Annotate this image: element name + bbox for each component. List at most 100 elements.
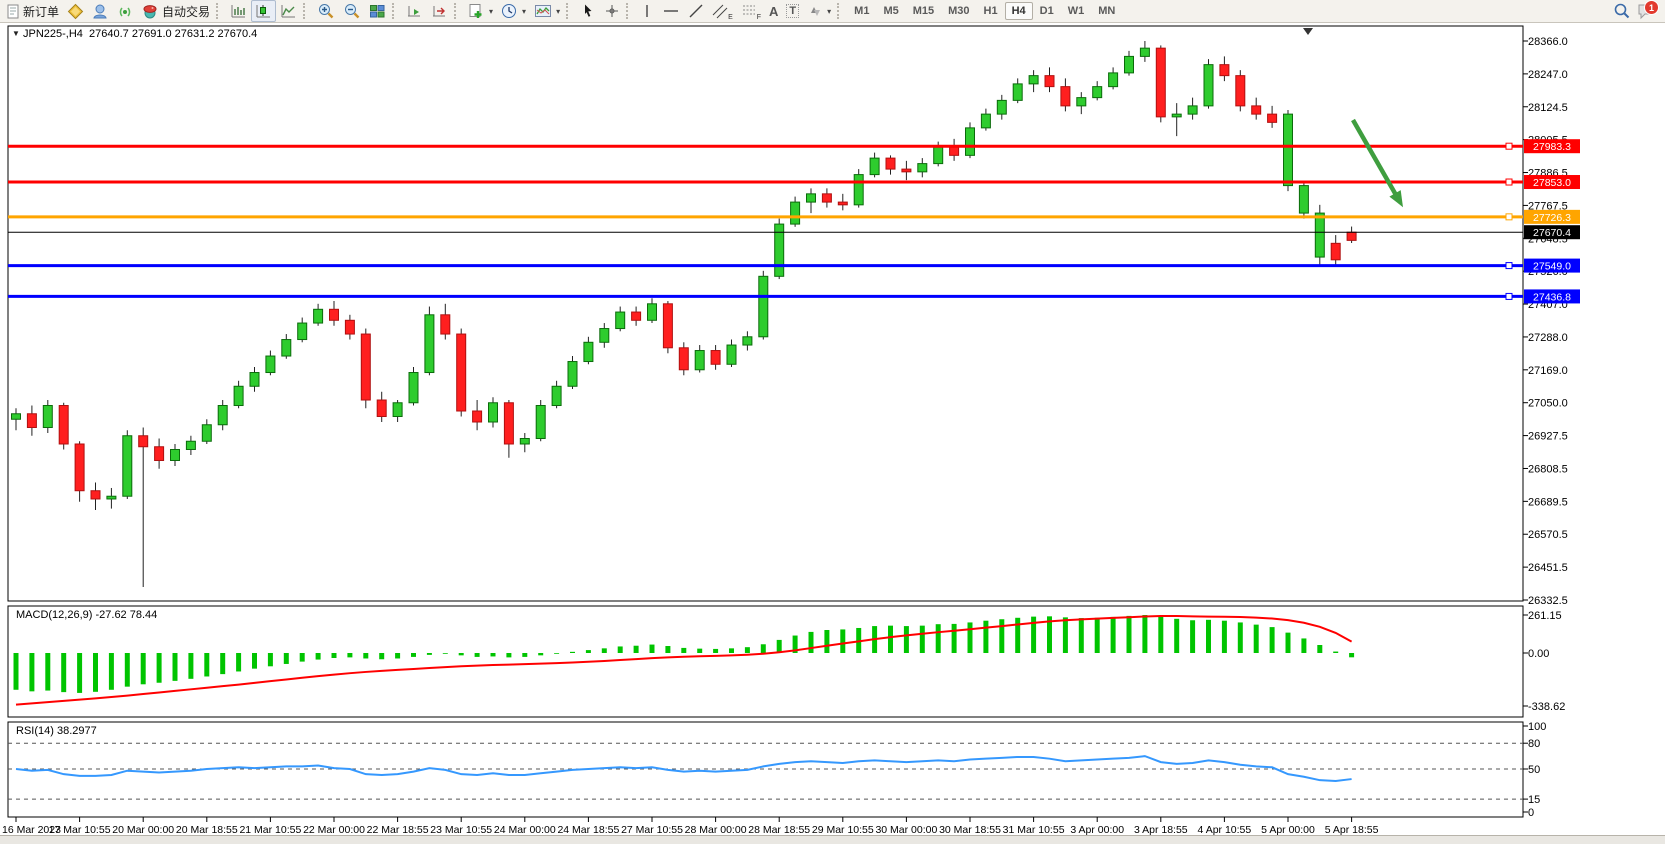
candle-body: [1204, 65, 1213, 106]
auto-trading-button[interactable]: 自动交易: [138, 0, 214, 22]
level-handle[interactable]: [1506, 263, 1512, 269]
candle-body: [1315, 213, 1324, 257]
blue-profile-icon: [92, 3, 109, 20]
market-watch-button[interactable]: [63, 0, 88, 22]
candle-body: [171, 449, 180, 460]
candle-body: [536, 406, 545, 439]
candle-body: [1045, 76, 1054, 87]
candle-body: [822, 194, 831, 202]
candle-body: [711, 351, 720, 365]
timeframe-button-m1[interactable]: M1: [847, 2, 876, 20]
toolbar-grip[interactable]: [392, 3, 398, 19]
candle-body: [1236, 76, 1245, 106]
text-a-icon: A: [769, 4, 778, 19]
candlestick-icon: [255, 3, 272, 20]
toolbar-grip[interactable]: [303, 3, 309, 19]
crosshair-tool-button[interactable]: [600, 0, 624, 22]
chart-canvas[interactable]: 28366.028247.028124.528005.527886.527767…: [0, 24, 1665, 836]
templates-button[interactable]: ▾: [530, 0, 564, 22]
price-level-label: 27983.3: [1533, 141, 1571, 153]
candle-body: [966, 128, 975, 155]
timeframe-button-d1[interactable]: D1: [1033, 2, 1061, 20]
level-handle[interactable]: [1506, 214, 1512, 220]
candle-body: [250, 373, 259, 387]
candle-body: [123, 436, 132, 496]
symbol-dropdown-marker-icon[interactable]: ▼: [12, 29, 20, 38]
signal-button[interactable]: [113, 0, 138, 22]
timeframe-button-mn[interactable]: MN: [1091, 2, 1122, 20]
candle-body: [584, 342, 593, 361]
toolbar-grip[interactable]: [566, 3, 572, 19]
candle-body: [886, 158, 895, 169]
zoom-in-button[interactable]: [313, 0, 339, 22]
new-chart-button[interactable]: ▾: [464, 0, 497, 22]
trend-arrow-annotation[interactable]: [1353, 120, 1400, 202]
price-axis-label: 27288.0: [1528, 332, 1568, 344]
toolbar-grip[interactable]: [837, 3, 843, 19]
candle-chart-type-button[interactable]: [251, 0, 276, 22]
candle-body: [854, 175, 863, 205]
macd-pane-frame: [8, 606, 1523, 717]
candle-body: [695, 351, 704, 370]
vertical-line-tool-button[interactable]: [636, 0, 658, 22]
candle-body: [107, 496, 116, 499]
candle-body: [1093, 87, 1102, 98]
text-tool-button[interactable]: A: [765, 0, 782, 22]
timeframe-button-w1[interactable]: W1: [1061, 2, 1092, 20]
periods-button[interactable]: ▾: [497, 0, 530, 22]
rsi-axis-label: 15: [1528, 794, 1540, 806]
tile-windows-button[interactable]: [365, 0, 390, 22]
macd-axis-label: -338.62: [1528, 701, 1565, 713]
cursor-tool-button[interactable]: [576, 0, 600, 22]
level-handle[interactable]: [1506, 143, 1512, 149]
auto-scroll-button[interactable]: [402, 0, 427, 22]
timeframe-button-m30[interactable]: M30: [941, 2, 976, 20]
notifications-button[interactable]: 1: [1637, 2, 1657, 20]
text-label-tool-button[interactable]: T: [782, 0, 803, 22]
candle-body: [59, 406, 68, 444]
candle-body: [489, 403, 498, 422]
candle-body: [838, 202, 847, 205]
toolbar: 新订单 自动交易 ▾ ▾: [0, 0, 1665, 23]
equidistant-channel-icon: [712, 3, 728, 19]
horizontal-line-tool-button[interactable]: [658, 0, 684, 22]
candle-body: [345, 320, 354, 334]
timeframe-button-h4[interactable]: H4: [1005, 2, 1033, 20]
trendline-tool-button[interactable]: [684, 0, 708, 22]
timeframe-button-m5[interactable]: M5: [876, 2, 905, 20]
timeframe-button-m15[interactable]: M15: [906, 2, 941, 20]
candle-body: [1109, 73, 1118, 87]
price-level-label: 27670.4: [1533, 227, 1571, 239]
candle-body: [520, 438, 529, 443]
candle-body: [1125, 56, 1134, 72]
candle-body: [1172, 114, 1181, 117]
new-chart-icon: [468, 3, 485, 20]
price-axis-label: 26689.5: [1528, 496, 1568, 508]
bar-chart-type-button[interactable]: [226, 0, 251, 22]
data-window-button[interactable]: [88, 0, 113, 22]
toolbar-grip[interactable]: [626, 3, 632, 19]
price-axis-label: 28124.5: [1528, 102, 1568, 114]
chart-shift-button[interactable]: [427, 0, 452, 22]
line-chart-type-button[interactable]: [276, 0, 301, 22]
candle-body: [552, 386, 561, 405]
toolbar-right-group: 1: [1613, 2, 1663, 20]
level-handle[interactable]: [1506, 179, 1512, 185]
candle-body: [1347, 232, 1356, 240]
chart-shift-marker-icon[interactable]: [1303, 28, 1313, 35]
candle-body: [504, 403, 513, 444]
rsi-axis-label: 0: [1528, 807, 1534, 819]
candle-body: [616, 312, 625, 328]
fibonacci-tool-button[interactable]: F: [737, 0, 765, 22]
zoom-out-button[interactable]: [339, 0, 365, 22]
new-order-button[interactable]: 新订单: [2, 0, 63, 22]
toolbar-grip[interactable]: [216, 3, 222, 19]
price-axis-label: 26808.5: [1528, 463, 1568, 475]
toolbar-grip[interactable]: [454, 3, 460, 19]
level-handle[interactable]: [1506, 293, 1512, 299]
arrows-tool-button[interactable]: ▾: [803, 0, 835, 22]
timeframe-button-h1[interactable]: H1: [977, 2, 1005, 20]
candle-body: [1268, 114, 1277, 122]
search-icon[interactable]: [1613, 2, 1631, 20]
channel-tool-button[interactable]: E: [708, 0, 737, 22]
